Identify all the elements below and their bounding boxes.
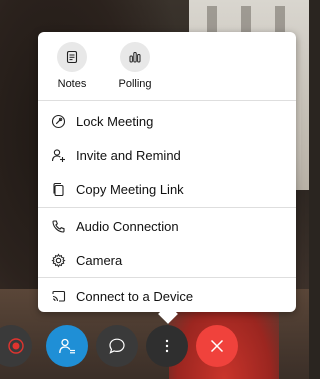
leave-meeting-button[interactable] <box>196 325 238 367</box>
gear-icon <box>50 252 66 268</box>
chat-button[interactable] <box>96 325 138 367</box>
participants-icon <box>58 337 76 355</box>
invite-and-remind-item[interactable]: Invite and Remind <box>38 138 296 172</box>
lock-meeting-item[interactable]: Lock Meeting <box>38 104 296 138</box>
divider <box>38 277 296 278</box>
add-person-icon <box>50 147 66 163</box>
close-icon <box>209 338 225 354</box>
polling-icon <box>120 42 150 72</box>
more-vertical-icon <box>164 338 170 354</box>
more-options-button[interactable] <box>146 325 188 367</box>
copy-meeting-link-item[interactable]: Copy Meeting Link <box>38 172 296 206</box>
copy-meeting-link-label: Copy Meeting Link <box>76 181 184 197</box>
more-options-menu: Notes Polling Lock Meeting Invite and Re… <box>38 32 296 312</box>
notes-icon <box>57 42 87 72</box>
divider <box>38 100 296 101</box>
record-icon <box>0 336 26 356</box>
polling-label: Polling <box>118 78 152 90</box>
connect-to-device-label: Connect to a Device <box>76 288 194 304</box>
lock-icon <box>50 113 66 129</box>
copy-icon <box>50 181 66 197</box>
notes-label: Notes <box>57 78 87 90</box>
camera-label: Camera <box>76 252 123 268</box>
polling-button[interactable]: Polling <box>105 42 165 94</box>
invite-and-remind-label: Invite and Remind <box>76 147 181 163</box>
participants-button[interactable] <box>46 325 88 367</box>
chat-icon <box>108 337 126 355</box>
lock-meeting-label: Lock Meeting <box>76 113 154 129</box>
audio-connection-label: Audio Connection <box>76 218 179 234</box>
notes-button[interactable]: Notes <box>42 42 102 94</box>
camera-item[interactable]: Camera <box>38 243 296 277</box>
audio-connection-item[interactable]: Audio Connection <box>38 209 296 243</box>
phone-icon <box>50 218 66 234</box>
divider <box>38 207 296 208</box>
cast-icon <box>50 288 66 304</box>
quick-actions-row: Notes Polling <box>38 32 296 98</box>
